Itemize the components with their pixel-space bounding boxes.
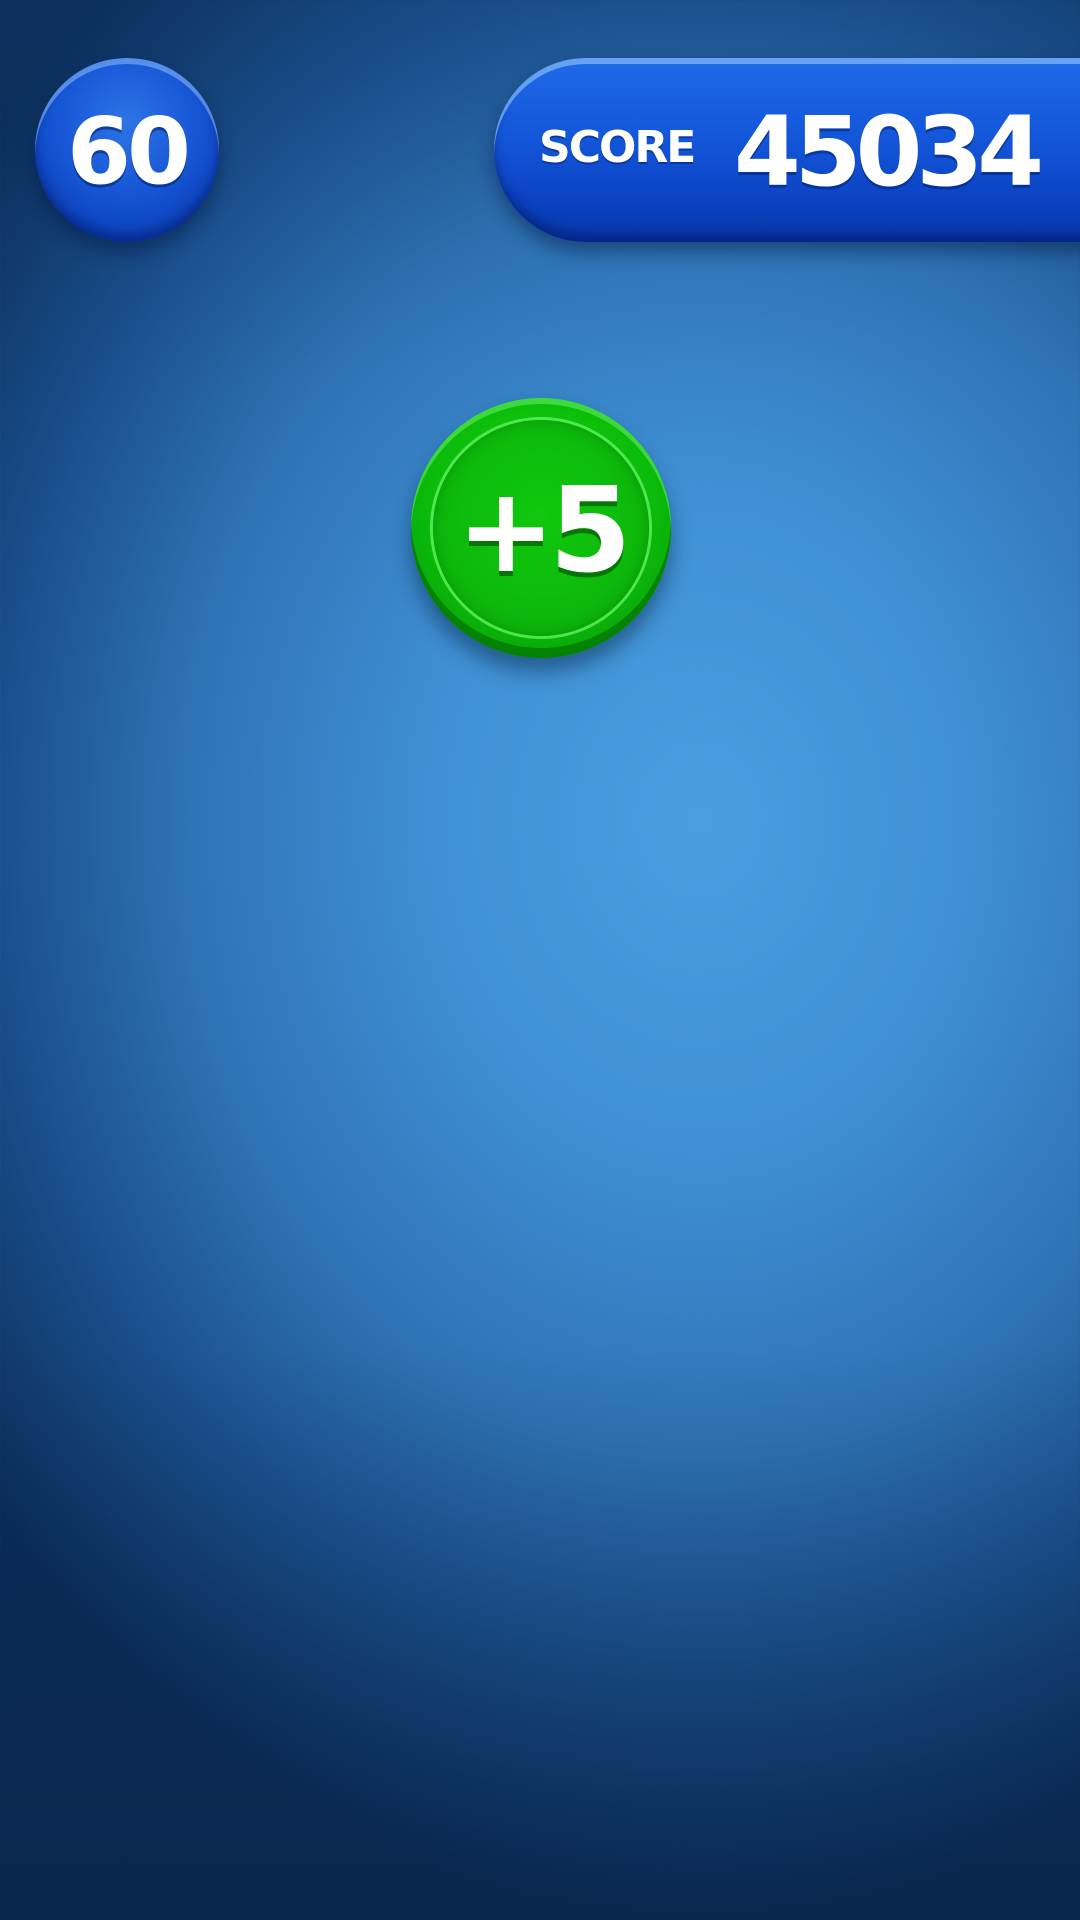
timer-value: 60 (66, 98, 191, 205)
timer-badge: 60 (35, 58, 219, 242)
time-bonus-inner: +5 (433, 420, 649, 636)
time-bonus-label: +5 (456, 461, 632, 599)
score-panel: SCORE 45034 (494, 58, 1080, 242)
time-bonus-badge[interactable]: +5 (411, 398, 671, 658)
score-label: SCORE (539, 122, 696, 173)
score-value: 45034 (734, 96, 1044, 208)
background (0, 0, 1080, 1920)
